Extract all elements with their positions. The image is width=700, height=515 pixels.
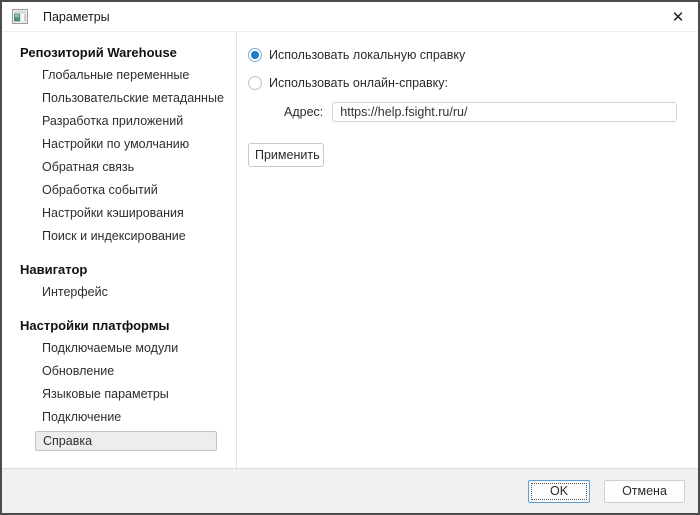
app-window-icon [12,9,28,25]
sidebar-section-header-0: Репозиторий Warehouse [2,41,236,64]
content-panel: Использовать локальную справку Использов… [237,32,698,468]
sidebar-item-0-1[interactable]: Пользовательские метаданные [2,87,236,110]
sidebar-item-2-0[interactable]: Подключаемые модули [2,337,236,360]
window-title: Параметры [43,10,110,24]
close-icon: ✕ [672,8,685,26]
sidebar-item-0-5[interactable]: Обработка событий [2,179,236,202]
sidebar-item-0-0[interactable]: Глобальные переменные [2,64,236,87]
radio-online-option[interactable]: Использовать онлайн-справку: [248,76,698,90]
sidebar-item-0-2[interactable]: Разработка приложений [2,110,236,133]
radio-local-label: Использовать локальную справку [269,48,465,62]
sidebar-item-0-4[interactable]: Обратная связь [2,156,236,179]
options-dialog: Параметры ✕ Репозиторий WarehouseГлобаль… [0,0,700,515]
apply-button[interactable]: Применить [248,143,324,167]
sidebar-section-header-2: Настройки платформы [2,314,236,337]
ok-button[interactable]: OK [528,480,590,503]
radio-online-label: Использовать онлайн-справку: [269,76,448,90]
sidebar-item-1-0[interactable]: Интерфейс [2,281,236,304]
sidebar-item-2-2[interactable]: Языковые параметры [2,383,236,406]
address-row: Адрес: [248,102,698,122]
radio-local-option[interactable]: Использовать локальную справку [248,48,698,62]
sidebar-item-0-6[interactable]: Настройки кэширования [2,202,236,225]
title-bar: Параметры ✕ [2,2,698,32]
radio-local-indicator[interactable] [248,48,262,62]
footer-bar: OK Отмена [2,468,698,513]
sidebar: Репозиторий WarehouseГлобальные переменн… [2,32,237,468]
sidebar-item-2-3[interactable]: Подключение [2,406,236,429]
close-button[interactable]: ✕ [658,2,698,32]
sidebar-item-2-1[interactable]: Обновление [2,360,236,383]
cancel-button[interactable]: Отмена [604,480,685,503]
dialog-body: Репозиторий WarehouseГлобальные переменн… [2,32,698,468]
sidebar-item-2-4[interactable]: Справка [35,431,217,451]
address-input[interactable] [332,102,677,122]
sidebar-item-0-3[interactable]: Настройки по умолчанию [2,133,236,156]
sidebar-section-header-1: Навигатор [2,258,236,281]
sidebar-item-0-7[interactable]: Поиск и индексирование [2,225,236,248]
address-label: Адрес: [284,105,323,119]
radio-online-indicator[interactable] [248,76,262,90]
